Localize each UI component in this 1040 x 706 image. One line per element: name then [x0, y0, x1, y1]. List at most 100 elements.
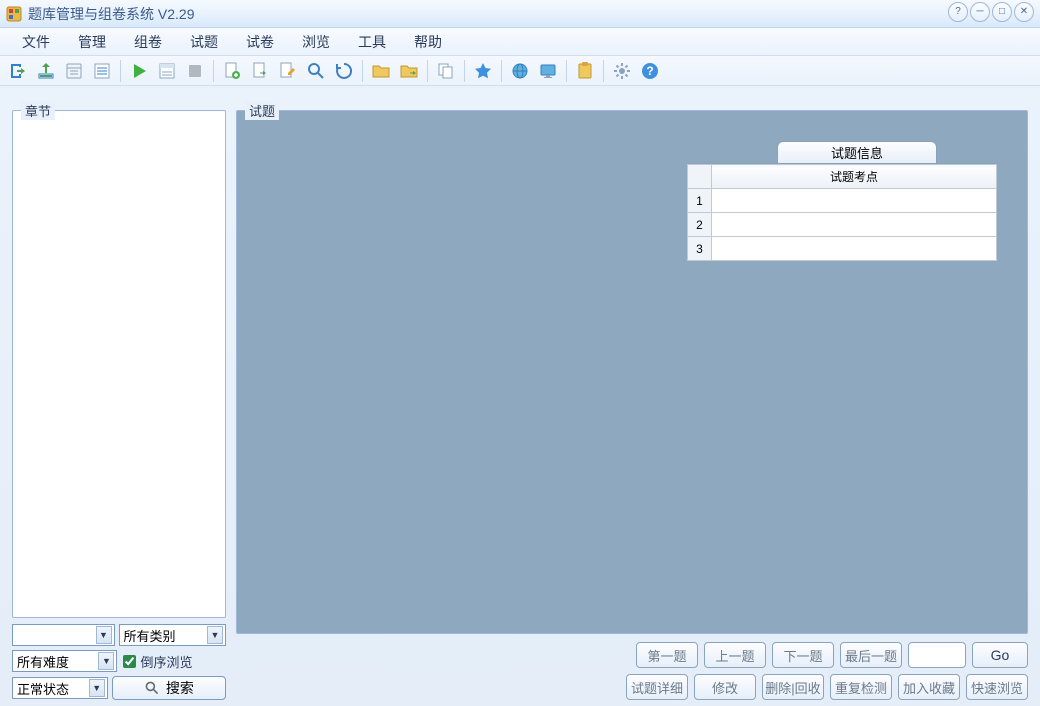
toolbar: ? — [0, 56, 1040, 86]
row-number: 2 — [688, 213, 712, 237]
category-combo[interactable]: 所有类别 ▼ — [119, 624, 226, 646]
window-controls: ? ─ □ ✕ — [948, 2, 1034, 22]
delete-recycle-button[interactable]: 删除|回收 — [762, 674, 824, 700]
import-icon[interactable] — [34, 59, 58, 83]
question-label: 试题 — [245, 101, 279, 120]
reverse-checkbox-input[interactable] — [123, 655, 136, 668]
info-tab[interactable]: 试题信息 — [777, 141, 937, 163]
go-button[interactable]: Go — [972, 642, 1028, 668]
info-panel: 试题信息 试题考点 1 2 3 — [687, 141, 997, 261]
export-icon[interactable] — [6, 59, 30, 83]
clipboard-icon[interactable] — [573, 59, 597, 83]
help-icon[interactable]: ? — [638, 59, 662, 83]
left-controls: ▼ 所有类别 ▼ 所有难度 ▼ 倒序浏览 正常状态 — [12, 624, 226, 700]
minimize-button[interactable]: ─ — [970, 2, 990, 22]
play-icon[interactable] — [127, 59, 151, 83]
stop-icon[interactable] — [183, 59, 207, 83]
copy-icon[interactable] — [434, 59, 458, 83]
detail-button[interactable]: 试题详细 — [626, 674, 688, 700]
app-title: 题库管理与组卷系统 V2.29 — [28, 4, 194, 24]
prev-button[interactable]: 上一题 — [704, 642, 766, 668]
app-icon — [6, 6, 22, 22]
new-doc-icon[interactable] — [220, 59, 244, 83]
bottom-button-rows: 第一题 上一题 下一题 最后一题 Go 试题详细 修改 删除|回收 重复检测 加… — [236, 642, 1028, 700]
dropdown-icon[interactable]: ▼ — [89, 679, 105, 697]
reverse-browse-checkbox[interactable]: 倒序浏览 — [121, 652, 226, 671]
info-header-label: 试题考点 — [830, 170, 878, 184]
magnifier-icon — [144, 680, 160, 696]
gear-icon[interactable] — [610, 59, 634, 83]
favorite-button[interactable]: 加入收藏 — [898, 674, 960, 700]
dropdown-icon[interactable]: ▼ — [207, 626, 223, 644]
menu-help[interactable]: 帮助 — [402, 28, 454, 56]
goto-input[interactable] — [908, 642, 966, 668]
info-tab-label: 试题信息 — [831, 143, 883, 162]
nav-row: 第一题 上一题 下一题 最后一题 Go — [636, 642, 1028, 668]
table-row[interactable]: 3 — [688, 237, 997, 261]
web-icon[interactable] — [508, 59, 532, 83]
last-button[interactable]: 最后一题 — [840, 642, 902, 668]
edit-doc-icon[interactable] — [276, 59, 300, 83]
difficulty-combo[interactable]: 所有难度 ▼ — [12, 650, 117, 672]
close-button[interactable]: ✕ — [1014, 2, 1034, 22]
menu-file[interactable]: 文件 — [10, 28, 62, 56]
status-combo[interactable]: 正常状态 ▼ — [12, 677, 108, 699]
quick-browse-button[interactable]: 快速浏览 — [966, 674, 1028, 700]
separator — [501, 60, 502, 82]
row-cell[interactable] — [712, 189, 997, 213]
separator — [566, 60, 567, 82]
action-row: 试题详细 修改 删除|回收 重复检测 加入收藏 快速浏览 — [626, 674, 1028, 700]
dropdown-icon[interactable]: ▼ — [98, 652, 114, 670]
separator — [362, 60, 363, 82]
folder-icon[interactable] — [369, 59, 393, 83]
filter-combo-1[interactable]: ▼ — [12, 624, 115, 646]
search-icon[interactable] — [304, 59, 328, 83]
dropdown-icon[interactable]: ▼ — [96, 626, 112, 644]
recycle-icon[interactable] — [332, 59, 356, 83]
next-button[interactable]: 下一题 — [772, 642, 834, 668]
help-button[interactable]: ? — [948, 2, 968, 22]
search-label: 搜索 — [166, 678, 194, 698]
maximize-button[interactable]: □ — [992, 2, 1012, 22]
row-cell[interactable] — [712, 237, 997, 261]
folder-export-icon[interactable] — [397, 59, 421, 83]
list-icon[interactable] — [90, 59, 114, 83]
table-row[interactable]: 2 — [688, 213, 997, 237]
monitor-icon[interactable] — [536, 59, 560, 83]
combo-value: 正常状态 — [17, 679, 69, 698]
combo-value: 所有难度 — [17, 652, 69, 671]
info-header-cell: 试题考点 — [712, 165, 997, 189]
chapter-tree-box[interactable]: 章节 — [12, 110, 226, 618]
separator — [603, 60, 604, 82]
search-button[interactable]: 搜索 — [112, 676, 226, 700]
row-cell[interactable] — [712, 213, 997, 237]
title-bar: 题库管理与组卷系统 V2.29 ? ─ □ ✕ — [0, 0, 1040, 28]
row-number: 1 — [688, 189, 712, 213]
form-icon[interactable] — [155, 59, 179, 83]
corner-cell — [688, 165, 712, 189]
menu-compose[interactable]: 组卷 — [122, 28, 174, 56]
export-doc-icon[interactable] — [248, 59, 272, 83]
dup-check-button[interactable]: 重复检测 — [830, 674, 892, 700]
separator — [427, 60, 428, 82]
book-icon[interactable] — [62, 59, 86, 83]
separator — [120, 60, 121, 82]
menu-question[interactable]: 试题 — [178, 28, 230, 56]
first-button[interactable]: 第一题 — [636, 642, 698, 668]
main-area: 章节 ▼ 所有类别 ▼ 所有难度 ▼ 倒序浏览 — [0, 88, 1040, 706]
table-row[interactable]: 1 — [688, 189, 997, 213]
chapter-label: 章节 — [21, 101, 55, 120]
info-table: 试题考点 1 2 3 — [687, 164, 997, 261]
menu-paper[interactable]: 试卷 — [234, 28, 286, 56]
modify-button[interactable]: 修改 — [694, 674, 756, 700]
menu-browse[interactable]: 浏览 — [290, 28, 342, 56]
menu-bar: 文件 管理 组卷 试题 试卷 浏览 工具 帮助 — [0, 28, 1040, 56]
right-column: 试题 试题信息 试题考点 1 2 3 — [236, 110, 1028, 700]
question-box: 试题 试题信息 试题考点 1 2 3 — [236, 110, 1028, 634]
menu-tools[interactable]: 工具 — [346, 28, 398, 56]
star-icon[interactable] — [471, 59, 495, 83]
combo-value: 所有类别 — [124, 626, 176, 645]
row-number: 3 — [688, 237, 712, 261]
separator — [464, 60, 465, 82]
menu-manage[interactable]: 管理 — [66, 28, 118, 56]
